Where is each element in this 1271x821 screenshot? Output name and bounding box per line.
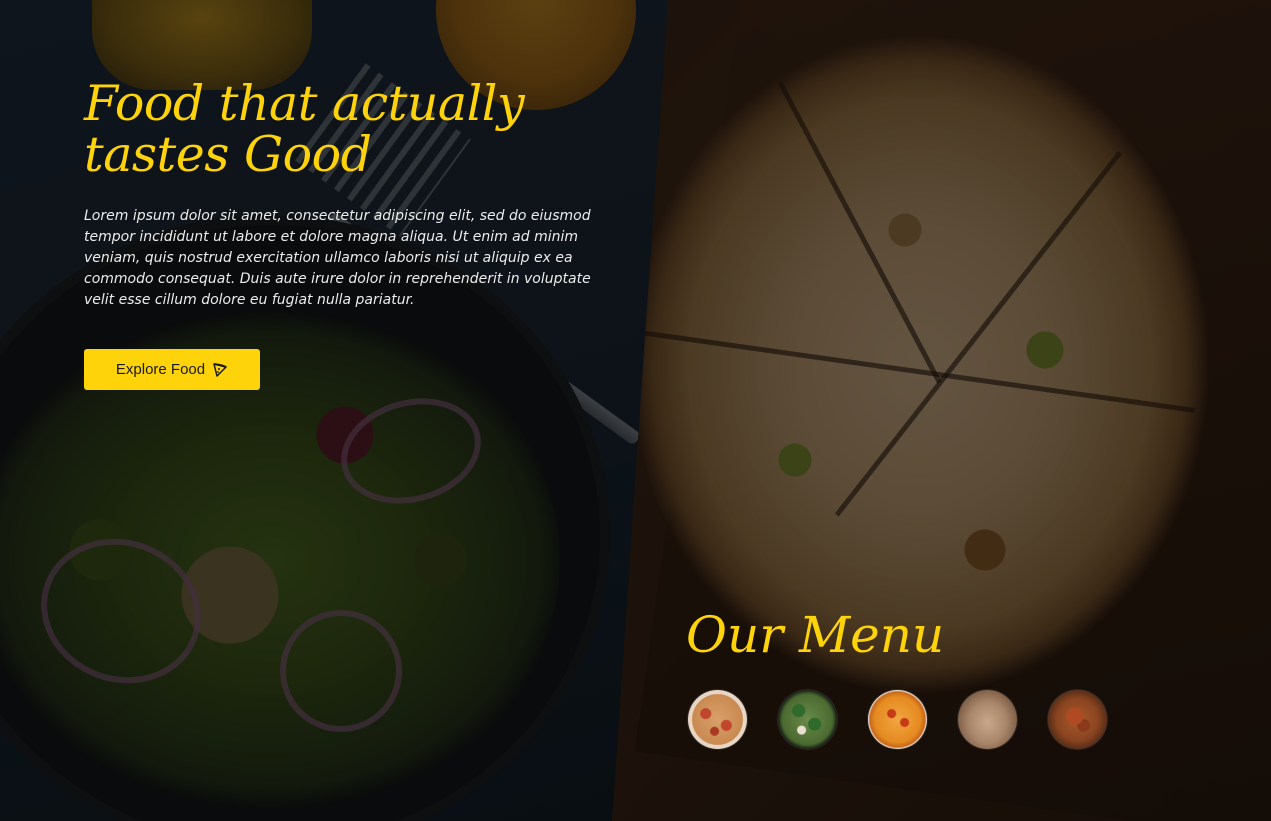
hero-title: Food that actually tastes Good <box>84 75 525 183</box>
pizza-slice-icon <box>212 362 228 378</box>
hero-section: Food that actually tastes Good Lorem ips… <box>84 78 624 311</box>
pizza-thumbnail-5[interactable] <box>1048 690 1107 749</box>
menu-title: Our Menu <box>686 606 945 664</box>
menu-thumbnails <box>688 690 1107 749</box>
pizza-thumbnail-3[interactable] <box>868 690 927 749</box>
explore-food-button[interactable]: Explore Food <box>84 349 260 390</box>
pizza-thumbnail-2[interactable] <box>778 690 837 749</box>
pizza-thumbnail-4[interactable] <box>958 690 1017 749</box>
hero-description: Lorem ipsum dolor sit amet, consectetur … <box>84 208 591 308</box>
pizza-thumbnail-1[interactable] <box>688 690 747 749</box>
explore-food-label: Explore Food <box>115 361 206 378</box>
